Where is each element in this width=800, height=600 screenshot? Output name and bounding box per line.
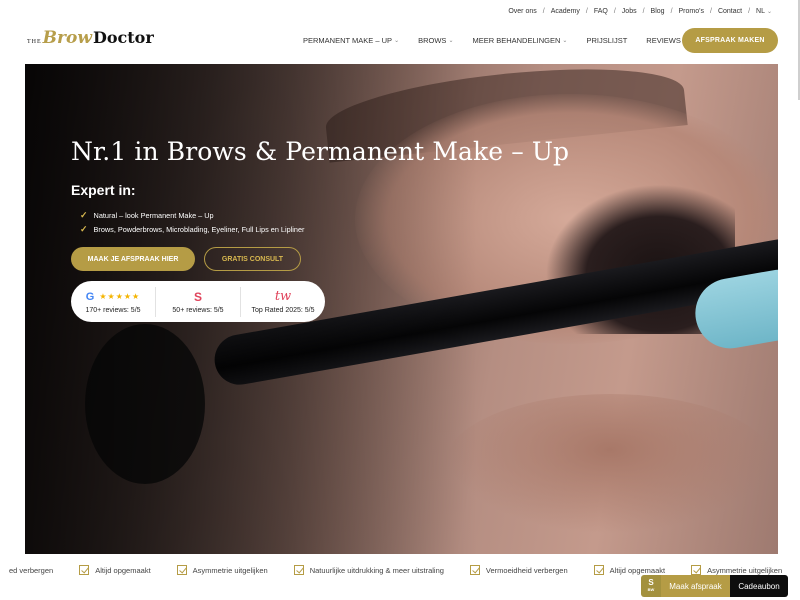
link-jobs[interactable]: Jobs — [622, 8, 637, 15]
chevron-down-icon: ⌄ — [448, 38, 454, 44]
afspraak-maken-button[interactable]: AFSPRAAK MAKEN — [682, 28, 778, 53]
maak-afspraak-button[interactable]: MAAK JE AFSPRAAK HIER — [71, 247, 195, 271]
feature-item: Natuurlijke uitdrukking & meer uitstrali… — [293, 565, 444, 575]
chevron-down-icon: ⌄ — [562, 38, 568, 44]
feature-item: Vermoeidheid verbergen — [469, 565, 568, 575]
maak-afspraak-widget-button[interactable]: Maak afspraak — [661, 575, 730, 597]
nav-permanent-make-up[interactable]: PERMANENT MAKE – UP ⌄ — [303, 36, 399, 45]
nav-brows[interactable]: BROWS ⌄ — [418, 36, 453, 45]
language-selector[interactable]: NL — [756, 8, 765, 15]
salonized-icon: S — [193, 289, 202, 304]
utility-nav: Over ons / Academy / FAQ / Jobs / Blog / Prom… — [508, 8, 772, 15]
chevron-down-icon: ⌄ — [766, 9, 772, 15]
nav-prijslijst[interactable]: PRIJSLIJST — [586, 36, 627, 45]
link-over-ons[interactable]: Over ons — [508, 8, 536, 15]
feature-item: Altijd opgemaakt — [593, 565, 665, 575]
list-item: ✓ Natural – look Permanent Make – Up — [80, 209, 214, 220]
checkbox-icon — [469, 565, 480, 575]
feature-item: Altijd opgemaakt — [79, 565, 151, 575]
feature-item: ed verbergen — [9, 565, 54, 575]
gratis-consult-button[interactable]: GRATIS CONSULT — [204, 247, 301, 271]
stars-rating: ★★★★★ — [99, 292, 141, 301]
cadeaubon-button[interactable]: Cadeaubon — [730, 575, 788, 597]
main-nav: PERMANENT MAKE – UP ⌄ BROWS ⌄ MEER BEHANDE… — [303, 36, 700, 45]
expert-list: ✓ Natural – look Permanent Make – Up ✓ Bro… — [80, 208, 304, 236]
link-contact[interactable]: Contact — [718, 8, 742, 15]
reviews-badge: G ★★★★★ 170+ reviews: 5/5 S 50+ reviews:… — [71, 281, 325, 322]
checkbox-icon — [79, 565, 90, 575]
check-icon: ✓ — [80, 209, 88, 220]
check-icon: ✓ — [80, 223, 88, 234]
nav-meer-behandelingen[interactable]: MEER BEHANDELINGEN ⌄ — [472, 36, 567, 45]
list-item: ✓ Brows, Powderbrows, Microblading, Eyeli… — [80, 223, 305, 234]
google-reviews[interactable]: G ★★★★★ 170+ reviews: 5/5 — [71, 287, 155, 317]
google-icon: G — [85, 290, 95, 303]
site-logo[interactable]: THE Brow Doctor — [27, 28, 154, 48]
link-blog[interactable]: Blog — [651, 8, 665, 15]
hero-section: Nr.1 in Brows & Permanent Make – Up Expe… — [25, 64, 778, 554]
link-faq[interactable]: FAQ — [594, 8, 608, 15]
link-academy[interactable]: Academy — [551, 8, 580, 15]
expert-heading: Expert in: — [71, 182, 136, 198]
hero-title: Nr.1 in Brows & Permanent Make – Up — [71, 137, 570, 166]
feature-item: Asymmetrie uitgelijken — [691, 565, 782, 575]
checkbox-icon — [593, 565, 604, 575]
checkbox-icon — [176, 565, 187, 575]
link-promos[interactable]: Promo's — [679, 8, 704, 15]
checkbox-icon — [293, 565, 304, 575]
booking-widget: S BW Maak afspraak Cadeaubon — [641, 575, 788, 597]
checkbox-icon — [691, 565, 702, 575]
salonized-reviews[interactable]: S 50+ reviews: 5/5 — [155, 286, 240, 317]
treatwell-reviews[interactable]: tw Top Rated 2025: 5/5 — [240, 286, 325, 317]
chevron-down-icon: ⌄ — [394, 38, 400, 44]
treatwell-icon: tw — [274, 289, 292, 304]
nav-reviews[interactable]: REVIEWS — [646, 36, 681, 45]
feature-item: Asymmetrie uitgelijken — [176, 565, 268, 575]
salon-logo-icon[interactable]: S BW — [641, 575, 661, 597]
